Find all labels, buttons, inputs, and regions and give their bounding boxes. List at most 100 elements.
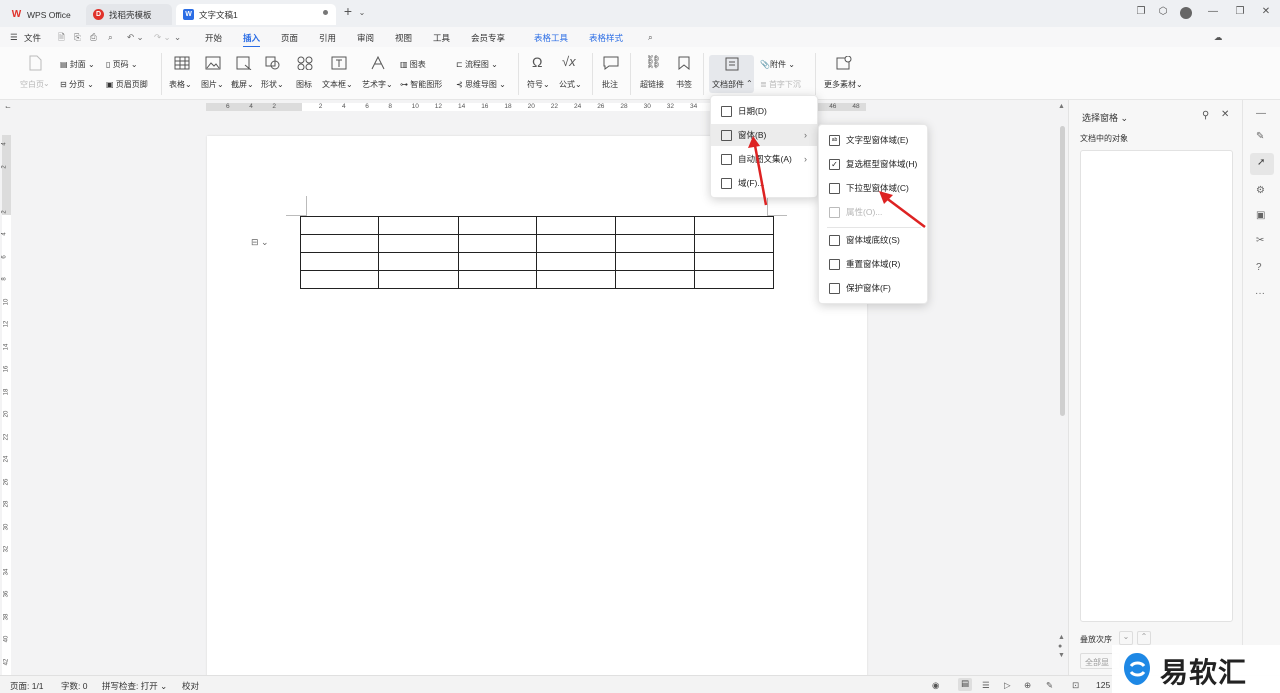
more-materials-button[interactable]: 更多素材⌄ — [824, 79, 863, 90]
objects-list[interactable] — [1080, 150, 1233, 622]
pen-icon[interactable]: ✎ — [1256, 131, 1264, 142]
table-cell[interactable] — [300, 252, 379, 271]
search-icon[interactable]: ⌕ — [648, 32, 653, 43]
pin-icon[interactable]: ⚲ — [1202, 110, 1209, 121]
menu-item-date[interactable]: 日期(D) — [711, 100, 817, 122]
table-cell[interactable] — [300, 234, 379, 253]
hamburger-icon[interactable]: ☰ — [10, 32, 18, 43]
pane-title[interactable]: 选择窗格 ⌄ — [1082, 111, 1128, 124]
collapse-icon[interactable]: — — [1256, 108, 1266, 119]
table-cell[interactable] — [458, 252, 537, 271]
document-table[interactable] — [300, 216, 774, 289]
table-cell[interactable] — [300, 270, 379, 289]
more-icon[interactable]: ··· — [1255, 288, 1265, 299]
menu-item-reset-form[interactable]: 重置窗体域(R) — [819, 253, 927, 275]
textbox-button[interactable]: 文本框⌄ — [322, 79, 353, 90]
page-break-button[interactable]: ⊟ 分页 ⌄ — [60, 79, 94, 90]
menu-item-protect-form[interactable]: 保护窗体(F) — [819, 277, 927, 299]
formula-icon[interactable]: √x — [562, 54, 576, 69]
page-view-icon[interactable]: ▤ — [958, 678, 972, 691]
table-cell[interactable] — [694, 234, 774, 253]
menu-item-page[interactable]: 页面 — [281, 32, 298, 44]
table-cell[interactable] — [615, 216, 695, 235]
table-button[interactable]: 表格⌄ — [169, 79, 192, 90]
comment-icon[interactable] — [603, 56, 619, 70]
menu-item-review[interactable]: 审阅 — [357, 32, 374, 44]
undo-icon[interactable]: ↶ ⌄ — [127, 32, 144, 43]
cover-button[interactable]: ▤ 封面 ⌄ — [60, 59, 95, 70]
table-icon[interactable] — [174, 56, 190, 70]
tab-docer[interactable]: D 找稻壳模板 — [86, 4, 172, 25]
tab-dot-icon[interactable] — [323, 10, 328, 15]
play-icon[interactable]: ▷ — [1004, 680, 1011, 691]
comment-button[interactable]: 批注 — [602, 79, 618, 90]
redo-icon[interactable]: ↷ ⌄ — [154, 32, 171, 43]
cube-icon[interactable]: ⬡ — [1155, 6, 1171, 17]
icons-button[interactable]: 图标 — [296, 79, 312, 90]
help-icon[interactable]: ? — [1256, 262, 1262, 273]
shape-icon[interactable] — [265, 56, 281, 70]
zoom-level[interactable]: 125 — [1096, 680, 1110, 690]
order-down-icon[interactable]: ⌄ — [1119, 631, 1133, 645]
table-cell[interactable] — [615, 252, 695, 271]
table-cell[interactable] — [458, 234, 537, 253]
table-cell[interactable] — [378, 234, 459, 253]
table-cell[interactable] — [378, 270, 459, 289]
picture-button[interactable]: 图片⌄ — [201, 79, 224, 90]
table-cell[interactable] — [694, 270, 774, 289]
mindmap-button[interactable]: ⊰ 思维导图 ⌄ — [456, 79, 506, 90]
page-number-button[interactable]: ▯ 页码 ⌄ — [106, 59, 138, 70]
tools-icon[interactable]: ✂ — [1256, 235, 1264, 246]
more-materials-icon[interactable] — [836, 56, 852, 70]
menu-item-member[interactable]: 会员专享 — [471, 32, 505, 44]
menu-item-view[interactable]: 视图 — [395, 32, 412, 44]
menu-item-checkbox-form-field[interactable]: ✓ 复选框型窗体域(H) — [819, 153, 927, 175]
table-cell[interactable] — [378, 252, 459, 271]
menu-item-text-form-field[interactable]: ab 文字型窗体域(E) — [819, 129, 927, 151]
table-cell[interactable] — [615, 270, 695, 289]
table-handle-icon[interactable]: ⊟ ⌄ — [251, 237, 269, 248]
preview-icon[interactable]: ⌕ — [108, 32, 113, 43]
icons-icon[interactable] — [297, 56, 313, 70]
table-cell[interactable] — [536, 270, 616, 289]
table-cell[interactable] — [536, 216, 616, 235]
bookmark-icon[interactable] — [677, 56, 691, 70]
proofread-button[interactable]: 校对 — [182, 680, 199, 692]
menu-item-tools[interactable]: 工具 — [433, 32, 450, 44]
fit-page-icon[interactable]: ⊡ — [1072, 680, 1079, 691]
spell-check[interactable]: 拼写检查: 打开 ⌄ — [102, 680, 167, 692]
avatar[interactable] — [1180, 7, 1192, 19]
dropcap-button[interactable]: ≣ 首字下沉 — [760, 79, 801, 90]
chart-button[interactable]: ▥ 图表 — [400, 59, 426, 70]
print-icon[interactable]: ⎙ — [90, 32, 97, 43]
screenshot-button[interactable]: 截屏⌄ — [231, 79, 254, 90]
picture-icon[interactable] — [205, 56, 221, 70]
link-icon[interactable]: ⛓ — [645, 54, 662, 70]
table-cell[interactable] — [536, 252, 616, 271]
vertical-ruler[interactable]: 4 2 2 4 6 8 10 12 14 16 18 20 22 24 26 28 30 32 34 36 38 40 42 — [2, 135, 11, 675]
word-count[interactable]: 字数: 0 — [61, 680, 87, 692]
blank-page-icon[interactable] — [28, 55, 42, 71]
web-view-icon[interactable]: ⊕ — [1024, 680, 1031, 691]
menu-item-table-style[interactable]: 表格样式 — [589, 32, 623, 44]
menu-item-table-tools[interactable]: 表格工具 — [534, 32, 568, 44]
scroll-up-icon[interactable]: ▲ — [1058, 103, 1065, 110]
export-icon[interactable]: ⎘ — [74, 32, 81, 43]
table-cell[interactable] — [378, 216, 459, 235]
close-icon[interactable]: ✕ — [1258, 6, 1274, 17]
page-count[interactable]: 页面: 1/1 — [10, 680, 44, 692]
hyperlink-button[interactable]: 超链接 — [640, 79, 664, 90]
table-cell[interactable] — [615, 234, 695, 253]
quick-access-chevron-icon[interactable]: ⌄ — [174, 32, 181, 43]
sliders-icon[interactable]: ⚙ — [1256, 185, 1265, 196]
tab-document[interactable]: W 文字文稿1 — [176, 4, 336, 25]
table-cell[interactable] — [694, 252, 774, 271]
eye-protect-icon[interactable]: ◉ — [932, 680, 939, 691]
write-mode-icon[interactable]: ✎ — [1046, 680, 1053, 691]
formula-button[interactable]: 公式⌄ — [559, 79, 582, 90]
textbox-icon[interactable] — [331, 56, 347, 70]
table-cell[interactable] — [458, 216, 537, 235]
table-cell[interactable] — [536, 234, 616, 253]
omega-symbol-icon[interactable]: Ω — [532, 54, 542, 70]
smart-graphic-button[interactable]: ⊶ 智能图形 — [400, 79, 442, 90]
